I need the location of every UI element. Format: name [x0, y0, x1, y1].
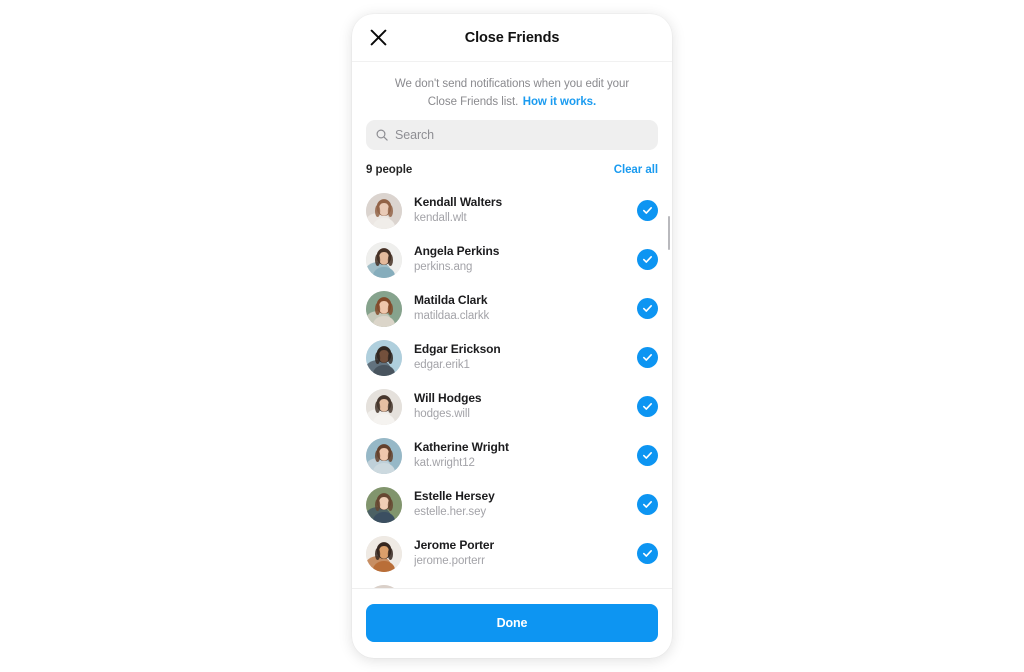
- person-name: Matilda Clark: [414, 293, 488, 307]
- select-toggle[interactable]: [637, 347, 658, 368]
- search-box[interactable]: [366, 120, 658, 150]
- list-item[interactable]: Jerome Porter jerome.porterr: [366, 529, 672, 578]
- notice-block: We don't send notifications when you edi…: [352, 62, 672, 120]
- list-header: 9 people Clear all: [352, 162, 672, 186]
- search-icon: [376, 129, 388, 141]
- select-toggle[interactable]: [637, 298, 658, 319]
- avatar: [366, 290, 402, 327]
- person-handle: hodges.will: [414, 408, 470, 420]
- list-item-text: Patricia Monroepatricia.mnr: [414, 587, 637, 588]
- person-handle: matildaa.clarkk: [414, 310, 490, 322]
- person-handle: perkins.ang: [414, 261, 473, 273]
- person-name: Estelle Hersey: [414, 489, 495, 503]
- avatar: [366, 535, 402, 572]
- avatar: [366, 486, 402, 523]
- list-item[interactable]: Katherine Wright kat.wright12: [366, 431, 672, 480]
- person-name: Jerome Porter: [414, 538, 495, 552]
- check-icon: [642, 500, 652, 508]
- check-icon: [642, 451, 652, 459]
- search-section: [352, 120, 672, 162]
- person-handle: edgar.erik1: [414, 359, 470, 371]
- how-it-works-link[interactable]: How it works.: [523, 96, 597, 108]
- list-item[interactable]: Kendall Walters kendall.wlt: [366, 186, 672, 235]
- list-item-text: Angela Perkins perkins.ang: [414, 244, 637, 275]
- clear-all-button[interactable]: Clear all: [614, 164, 658, 176]
- person-handle: jerome.porterr: [414, 555, 485, 567]
- person-handle: kat.wright12: [414, 457, 475, 469]
- list-item[interactable]: Edgar Erickson edgar.erik1: [366, 333, 672, 382]
- list-item-text: Matilda Clark matildaa.clarkk: [414, 293, 637, 324]
- list-item[interactable]: Angela Perkins perkins.ang: [366, 235, 672, 284]
- check-icon: [642, 353, 652, 361]
- check-icon: [642, 255, 652, 263]
- check-icon: [642, 402, 652, 410]
- close-icon: [370, 29, 386, 46]
- list-item[interactable]: Patricia Monroepatricia.mnr: [366, 578, 672, 588]
- select-toggle[interactable]: [637, 445, 658, 466]
- select-toggle[interactable]: [637, 396, 658, 417]
- select-toggle[interactable]: [637, 543, 658, 564]
- avatar: [366, 339, 402, 376]
- page-title: Close Friends: [464, 29, 560, 46]
- list-item-text: Katherine Wright kat.wright12: [414, 440, 637, 471]
- modal-footer: Done: [352, 588, 672, 658]
- done-button[interactable]: Done: [366, 604, 658, 642]
- person-name: Patricia Monroe: [414, 587, 637, 588]
- select-toggle[interactable]: [637, 249, 658, 270]
- list-item-text: Jerome Porter jerome.porterr: [414, 538, 637, 569]
- list-item[interactable]: Matilda Clark matildaa.clarkk: [366, 284, 672, 333]
- phone-frame: Close Friends We don't send notification…: [352, 14, 672, 658]
- search-input[interactable]: [395, 128, 648, 142]
- check-icon: [642, 549, 652, 557]
- check-icon: [642, 206, 652, 214]
- avatar: [366, 192, 402, 229]
- list-item-text: Estelle Hersey estelle.her.sey: [414, 489, 637, 520]
- avatar: [366, 241, 402, 278]
- people-count: 9 people: [366, 164, 413, 176]
- person-handle: estelle.her.sey: [414, 506, 487, 518]
- list-item-text: Kendall Walters kendall.wlt: [414, 195, 637, 226]
- people-list[interactable]: Kendall Walters kendall.wlt Angela Perkins…: [352, 186, 672, 588]
- select-toggle[interactable]: [637, 494, 658, 515]
- person-name: Katherine Wright: [414, 440, 509, 454]
- avatar: [366, 437, 402, 474]
- close-button[interactable]: [366, 26, 390, 50]
- person-name: Edgar Erickson: [414, 342, 501, 356]
- person-name: Angela Perkins: [414, 244, 500, 258]
- avatar: [366, 584, 402, 588]
- screenshot-canvas: Close Friends We don't send notification…: [0, 0, 1024, 672]
- list-item[interactable]: Will Hodges hodges.will: [366, 382, 672, 431]
- list-item[interactable]: Estelle Hersey estelle.her.sey: [366, 480, 672, 529]
- modal-header: Close Friends: [352, 14, 672, 62]
- person-name: Will Hodges: [414, 391, 482, 405]
- list-item-text: Will Hodges hodges.will: [414, 391, 637, 422]
- person-name: Kendall Walters: [414, 195, 503, 209]
- person-handle: kendall.wlt: [414, 212, 467, 224]
- avatar: [366, 388, 402, 425]
- list-item-text: Edgar Erickson edgar.erik1: [414, 342, 637, 373]
- select-toggle[interactable]: [637, 200, 658, 221]
- check-icon: [642, 304, 652, 312]
